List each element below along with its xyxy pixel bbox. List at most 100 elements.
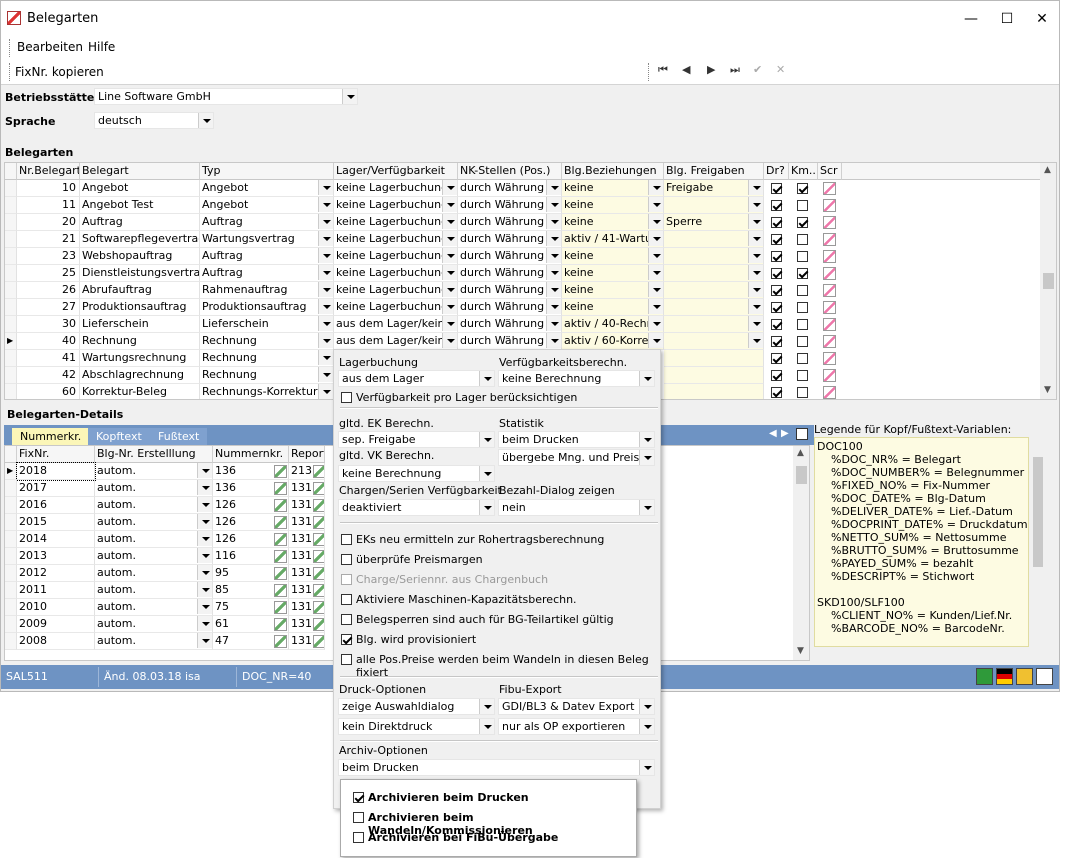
cell-belegart[interactable]: Abrufauftrag (80, 282, 200, 299)
confirm-icon[interactable]: ✔ (753, 63, 762, 76)
cell-report[interactable]: 131 (289, 548, 325, 565)
cell-belegart[interactable]: Angebot (80, 180, 200, 197)
cell-nr[interactable]: 41 (17, 350, 80, 367)
cell-erstellung[interactable]: autom. (95, 599, 213, 616)
cell-nummernkr[interactable]: 75 (213, 599, 289, 616)
cell-typ[interactable]: Angebot (200, 197, 334, 214)
cell-nummernkr[interactable]: 61 (213, 616, 289, 633)
edit-icon[interactable] (313, 482, 324, 495)
edit-icon[interactable] (313, 465, 324, 478)
script-edit-icon[interactable] (823, 369, 836, 382)
cell-nr[interactable]: 26 (17, 282, 80, 299)
details-scrollbar[interactable]: ▲ ▼ (793, 446, 809, 660)
cell-erstellung[interactable]: autom. (95, 616, 213, 633)
cell-erstellung[interactable]: autom. (95, 514, 213, 531)
fix-copy-button[interactable]: FixNr. kopieren (15, 65, 104, 79)
cell-belegart[interactable]: Produktionsauftrag (80, 299, 200, 316)
dr-checkbox[interactable] (771, 234, 782, 245)
chargen-select[interactable]: deaktiviert (338, 499, 495, 516)
column-header[interactable]: Km... (789, 163, 818, 180)
cell-nummernkr[interactable]: 47 (213, 633, 289, 650)
cell-erstellung[interactable]: autom. (95, 497, 213, 514)
column-header[interactable]: Scr (818, 163, 842, 180)
bezahl-dialog-select[interactable]: nein (498, 499, 655, 516)
column-header[interactable]: Report (289, 446, 325, 463)
cell-report[interactable]: 131 (289, 582, 325, 599)
cell-report[interactable]: 131 (289, 565, 325, 582)
km-checkbox[interactable] (797, 217, 808, 228)
cell-erstellung[interactable]: autom. (95, 531, 213, 548)
cell-report[interactable]: 131 (289, 531, 325, 548)
cell-fixnr[interactable]: 2017 (17, 480, 95, 497)
cell-fixnr[interactable]: 2008 (17, 633, 95, 650)
cell-beziehungen[interactable]: keine (562, 282, 664, 299)
column-header[interactable]: Typ (200, 163, 334, 180)
cell-lager[interactable]: keine Lagerbuchung/k (334, 231, 458, 248)
dr-checkbox[interactable] (771, 336, 782, 347)
edit-icon[interactable] (313, 618, 324, 631)
km-checkbox[interactable] (797, 200, 808, 211)
cell-belegart[interactable]: Korrektur-Beleg (80, 384, 200, 399)
dr-checkbox[interactable] (771, 200, 782, 211)
cell-fixnr[interactable]: 2010 (17, 599, 95, 616)
menu-hilfe[interactable]: Hilfe (88, 40, 115, 54)
cell-nummernkr[interactable]: 136 (213, 463, 289, 480)
km-checkbox[interactable] (797, 183, 808, 194)
km-checkbox[interactable] (797, 285, 808, 296)
column-header[interactable]: Blg-Nr. Erstelllung (95, 446, 213, 463)
km-checkbox[interactable] (797, 302, 808, 313)
cell-nr[interactable]: 10 (17, 180, 80, 197)
cell-nk[interactable]: durch Währung (458, 265, 562, 282)
cell-fixnr[interactable]: 2013 (17, 548, 95, 565)
tab-close-icon[interactable] (796, 428, 808, 440)
option-checkbox[interactable] (341, 634, 352, 645)
vk-berechn-select[interactable]: keine Berechnung (338, 465, 495, 482)
script-edit-icon[interactable] (823, 352, 836, 365)
cell-report[interactable]: 131 (289, 616, 325, 633)
tab-scroll-left-icon[interactable]: ◀ (769, 428, 777, 439)
cell-typ[interactable]: Produktionsauftrag (200, 299, 334, 316)
dr-checkbox[interactable] (771, 217, 782, 228)
cell-fixnr[interactable]: 2016 (17, 497, 95, 514)
cell-freigaben[interactable] (664, 384, 764, 399)
lagerbuchung-select[interactable]: aus dem Lager (338, 370, 495, 387)
nav-last-icon[interactable]: ⏭ (730, 63, 740, 77)
cell-nk[interactable]: durch Währung (458, 214, 562, 231)
script-edit-icon[interactable] (823, 182, 836, 195)
cell-beziehungen[interactable]: keine (562, 197, 664, 214)
cell-nummernkr[interactable]: 126 (213, 514, 289, 531)
dr-checkbox[interactable] (771, 387, 782, 398)
edit-icon[interactable] (313, 567, 324, 580)
cell-typ[interactable]: Rechnung (200, 367, 334, 384)
cell-fixnr[interactable]: 2011 (17, 582, 95, 599)
edit-icon[interactable] (313, 635, 324, 648)
cell-freigaben[interactable] (664, 248, 764, 265)
edit-icon[interactable] (313, 584, 324, 597)
cell-belegart[interactable]: Softwarepflegevertrag (80, 231, 200, 248)
druck-optionen-select[interactable]: zeige Auswahldialog (338, 698, 495, 715)
option-checkbox[interactable] (341, 534, 352, 545)
option-checkbox[interactable] (341, 594, 352, 605)
edit-icon[interactable] (274, 550, 287, 563)
column-header[interactable]: Blg.Beziehungen (562, 163, 664, 180)
cell-belegart[interactable]: Dienstleistungsvertrag (80, 265, 200, 282)
cell-nr[interactable]: 30 (17, 316, 80, 333)
ek-berechn-select[interactable]: sep. Freigabe (338, 431, 495, 448)
scroll-down-icon[interactable]: ▼ (797, 646, 804, 656)
mengen-select[interactable]: übergebe Mng. und Preis (498, 449, 655, 466)
cell-erstellung[interactable]: autom. (95, 565, 213, 582)
cell-erstellung[interactable]: autom. (95, 548, 213, 565)
cell-nr[interactable]: 60 (17, 384, 80, 399)
grid-scrollbar[interactable]: ▲ ▼ (1040, 163, 1056, 399)
column-header[interactable]: Nummernkr. (213, 446, 289, 463)
legend-scrollbar[interactable] (1030, 437, 1046, 663)
cell-belegart[interactable]: Wartungsrechnung (80, 350, 200, 367)
cell-report[interactable]: 131 (289, 633, 325, 650)
cell-nummernkr[interactable]: 85 (213, 582, 289, 599)
km-checkbox[interactable] (797, 268, 808, 279)
nav-next-icon[interactable]: ▶ (707, 63, 715, 76)
cell-typ[interactable]: Auftrag (200, 248, 334, 265)
cell-report[interactable]: 131 (289, 480, 325, 497)
column-header[interactable]: Belegart (80, 163, 200, 180)
archiv-checkbox[interactable] (353, 832, 364, 843)
